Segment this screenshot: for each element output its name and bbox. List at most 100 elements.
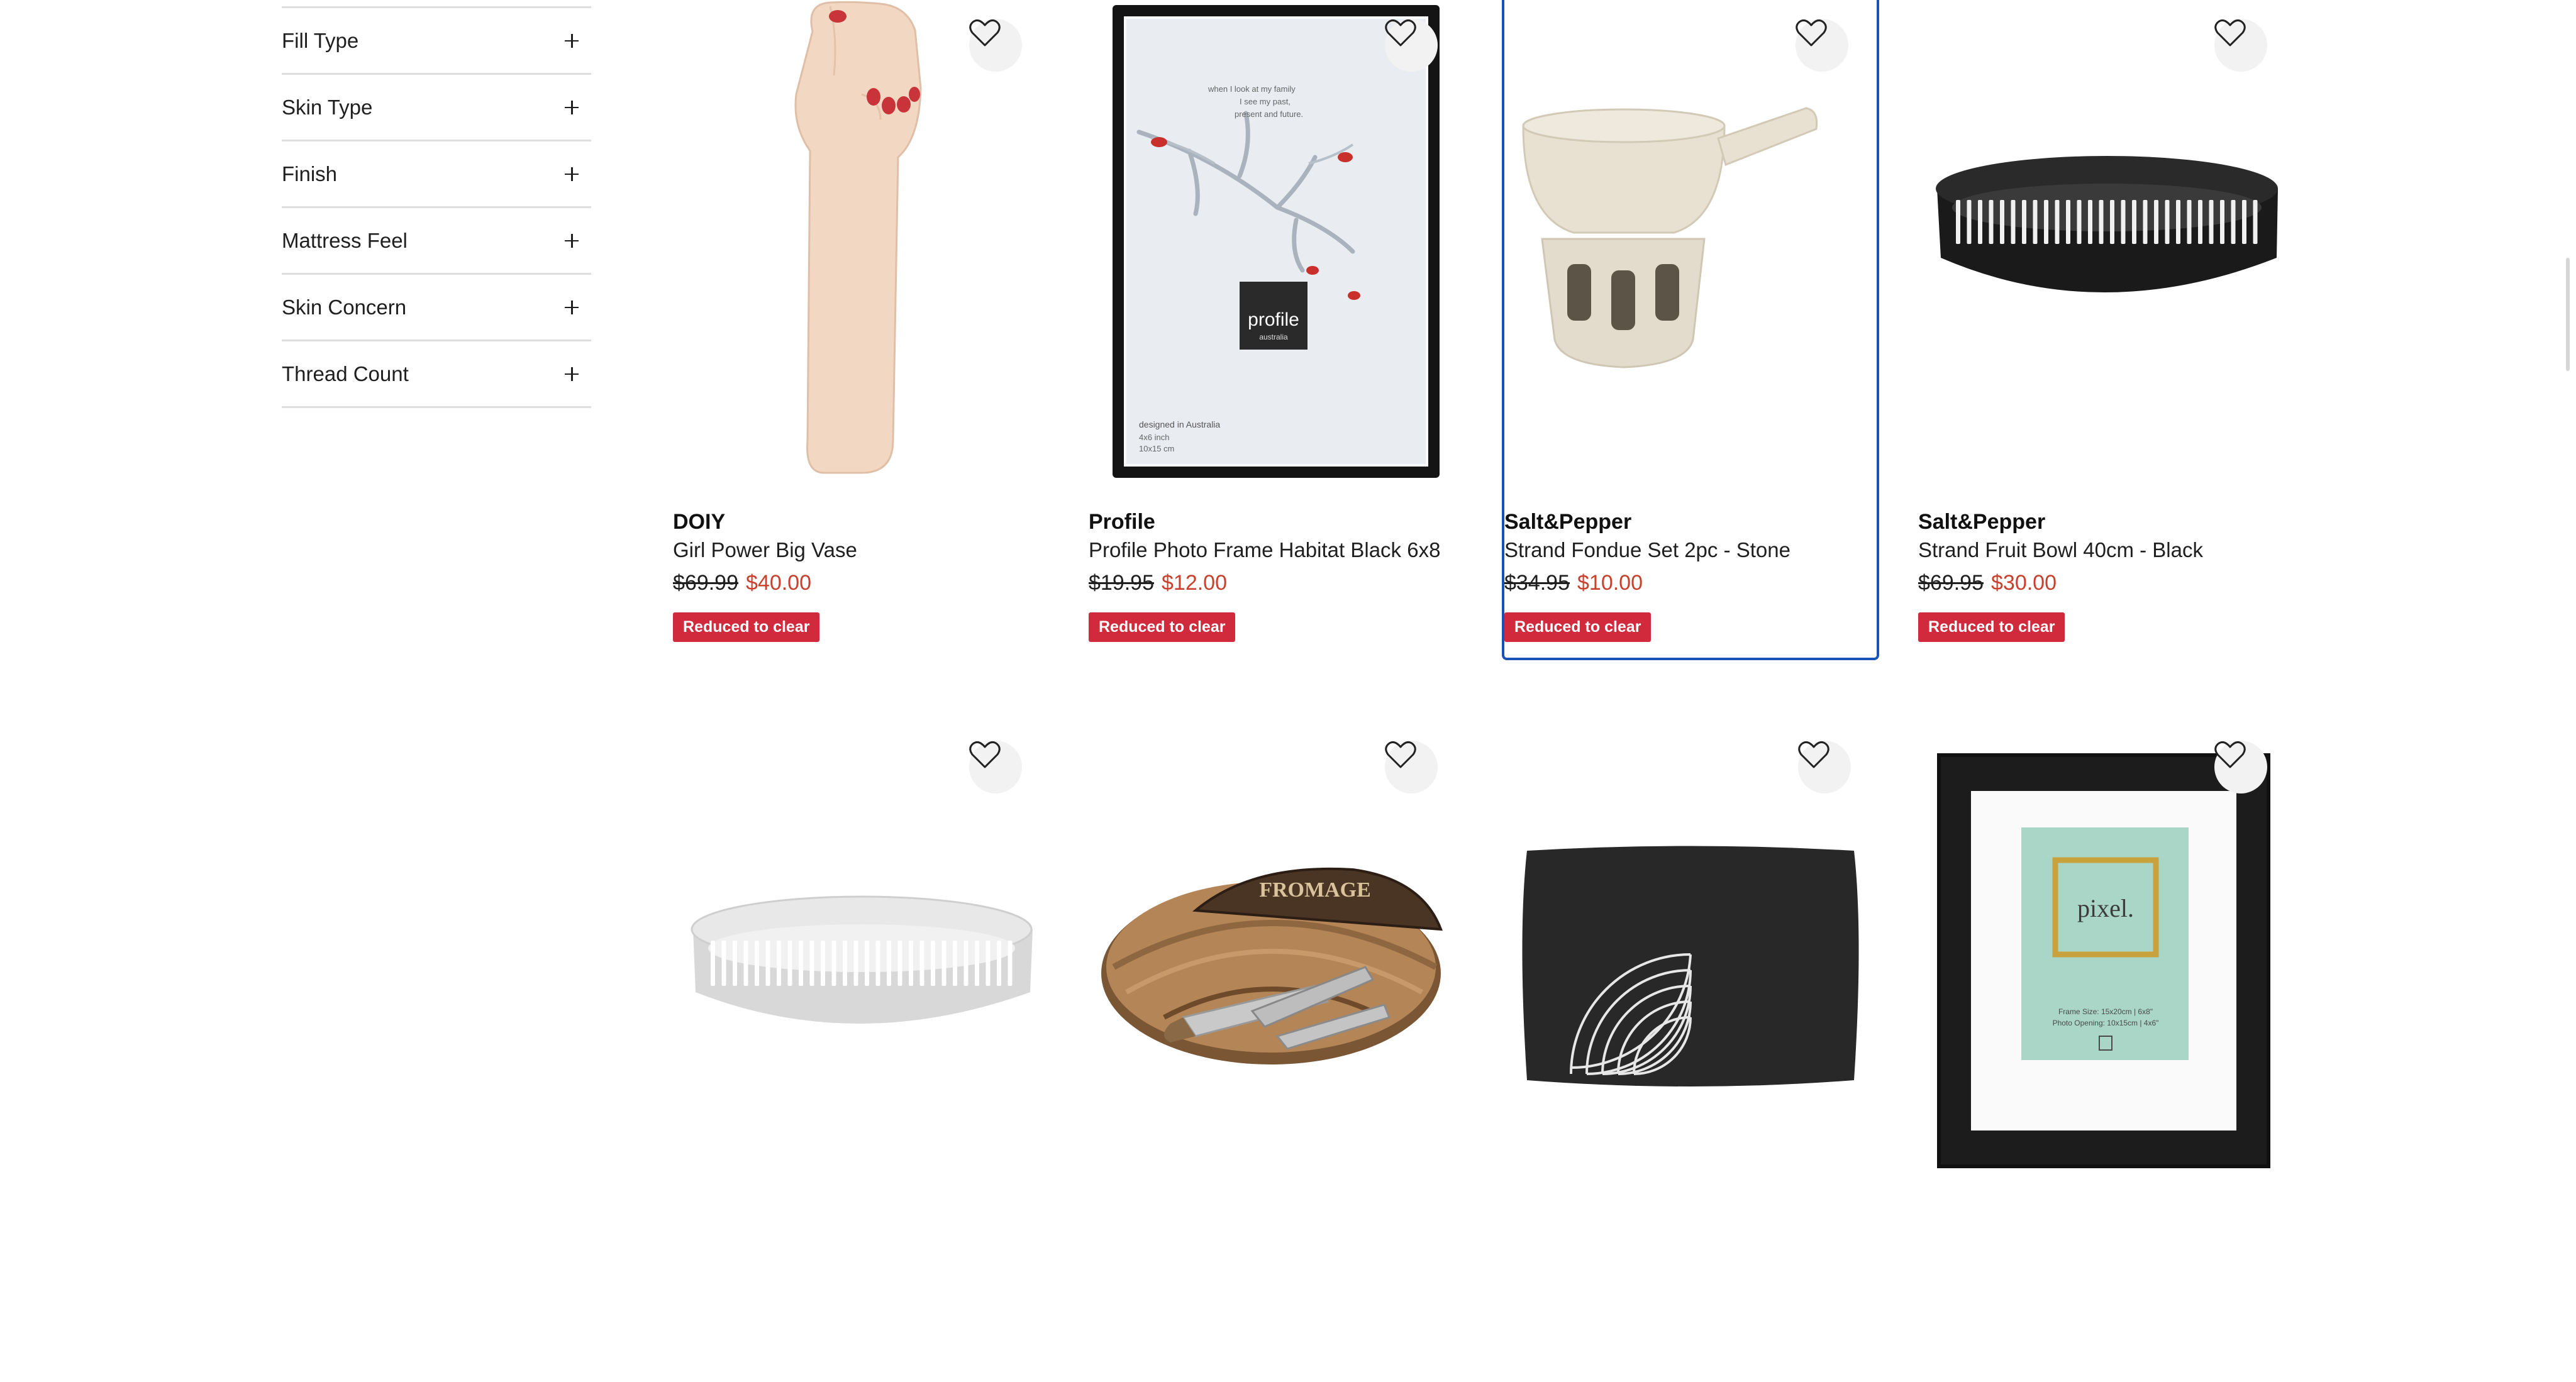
plus-icon — [565, 233, 579, 248]
bowl-slat — [2110, 200, 2114, 244]
bowl-slat — [755, 941, 759, 986]
price: $69.99 $40.00 — [673, 565, 1050, 601]
product-image-pixel-photo-frame[interactable]: pixel. Frame Size: 15x20cm | 6x8" Photo … — [1918, 722, 2296, 1200]
bowl-slat — [765, 941, 770, 986]
pixel-size-text-1: Frame Size: 15x20cm | 6x8" — [2058, 1007, 2153, 1016]
product-name[interactable]: Strand Fruit Bowl 40cm - Black — [1918, 536, 2296, 565]
wishlist-button[interactable] — [1796, 19, 1848, 72]
wishlist-button[interactable] — [1798, 741, 1851, 793]
filter-skin-type[interactable]: Skin Type — [282, 75, 591, 141]
product-image-fromage-cheese-board[interactable]: FROMAGE — [1089, 722, 1466, 1200]
product-card[interactable] — [1502, 722, 1879, 1382]
heart-icon — [1796, 19, 1827, 47]
bowl-illustration — [691, 895, 1033, 1024]
product-image-black-arc-cushion[interactable] — [1502, 722, 1879, 1200]
product-image-stone-fondue-set[interactable] — [1504, 0, 1877, 478]
product-card-selected[interactable]: Salt&Pepper Strand Fondue Set 2pc - Ston… — [1502, 0, 1879, 660]
bowl-slat — [2231, 200, 2236, 244]
filter-label: Fill Type — [282, 28, 359, 52]
was-price: $34.95 — [1504, 571, 1570, 595]
filter-label: Skin Concern — [282, 295, 407, 319]
bowl-slat — [909, 941, 913, 986]
bowl-slat — [843, 941, 847, 986]
plus-icon — [565, 33, 579, 48]
pixel-logo-text: pixel. — [2077, 894, 2134, 922]
bowl-slat — [985, 941, 991, 986]
wishlist-button[interactable] — [1385, 741, 1438, 793]
wishlist-button[interactable] — [1385, 19, 1438, 72]
product-info: DOIY Girl Power Big Vase $69.99 $40.00 Re… — [673, 508, 1050, 642]
bowl-slat — [2088, 200, 2092, 244]
filter-label: Thread Count — [282, 362, 409, 385]
filter-fill-type[interactable]: Fill Type — [282, 8, 591, 75]
bowl-slat — [2132, 200, 2136, 244]
cushion-illustration — [1522, 846, 1859, 1086]
sale-price: $10.00 — [1577, 571, 1643, 595]
filter-thread-count[interactable]: Thread Count — [282, 341, 591, 408]
product-card[interactable]: DOIY Girl Power Big Vase $69.99 $40.00 Re… — [673, 0, 1050, 660]
product-image-black-photo-frame[interactable]: when I look at my family I see my past, … — [1089, 0, 1466, 478]
sale-price: $40.00 — [746, 571, 811, 595]
filter-finish[interactable]: Finish — [282, 141, 591, 208]
bowl-slat — [721, 941, 726, 986]
bowl-slat — [2143, 200, 2148, 244]
frame-quote-text-2: I see my past, — [1240, 97, 1291, 106]
filter-mattress-feel[interactable]: Mattress Feel — [282, 208, 591, 275]
bowl-slat — [777, 941, 781, 986]
bowl-slat — [1989, 200, 1994, 244]
board-text: FROMAGE — [1259, 878, 1371, 902]
reduced-badge: Reduced to clear — [1504, 612, 1652, 642]
sale-price: $12.00 — [1162, 571, 1227, 595]
product-image-raised-fist-vase[interactable] — [673, 0, 1050, 478]
product-card[interactable]: when I look at my family I see my past, … — [1089, 0, 1466, 660]
bowl-slat — [2022, 200, 2026, 244]
bowl-slat — [931, 941, 935, 986]
product-card[interactable]: Salt&Pepper Strand Fruit Bowl 40cm - Bla… — [1918, 0, 2296, 660]
product-image-black-fruit-bowl[interactable] — [1918, 0, 2296, 478]
heart-icon — [1385, 741, 1416, 768]
bowl-slat — [2033, 200, 2038, 244]
page-scrollbar-thumb[interactable] — [2566, 258, 2570, 371]
heart-icon — [2214, 19, 2246, 47]
product-name[interactable]: Girl Power Big Vase — [673, 536, 1050, 565]
bowl-slat — [787, 941, 792, 986]
bowl-slat — [2000, 200, 2004, 244]
reduced-badge: Reduced to clear — [1089, 612, 1236, 642]
bowl-slat — [1967, 200, 1972, 244]
price: $19.95 $12.00 — [1089, 565, 1466, 601]
frame-logo-text: profile — [1248, 309, 1299, 330]
bowl-slat — [2198, 200, 2202, 244]
heart-icon — [969, 19, 1001, 47]
plus-icon — [565, 100, 579, 114]
wishlist-button[interactable] — [969, 19, 1022, 72]
bowl-slat — [853, 941, 858, 986]
sale-price: $30.00 — [1991, 571, 2057, 595]
bowl-slat — [941, 941, 947, 986]
product-card[interactable] — [673, 722, 1050, 1382]
wishlist-button[interactable] — [969, 741, 1022, 793]
product-name[interactable]: Strand Fondue Set 2pc - Stone — [1504, 536, 1877, 565]
product-info: Salt&Pepper Strand Fondue Set 2pc - Ston… — [1504, 508, 1877, 642]
product-card[interactable]: pixel. Frame Size: 15x20cm | 6x8" Photo … — [1918, 722, 2296, 1382]
bowl-slat — [2176, 200, 2180, 244]
product-image-white-slatted-bowl[interactable] — [673, 722, 1050, 1200]
bowl-slat — [2011, 200, 2016, 244]
product-brand: DOIY — [673, 510, 726, 534]
bowl-slat — [897, 941, 902, 986]
plus-icon — [565, 167, 579, 181]
product-brand: Profile — [1089, 510, 1155, 534]
pixel-size-text-2: Photo Opening: 10x15cm | 4x6" — [2053, 1019, 2159, 1027]
filter-skin-concern[interactable]: Skin Concern — [282, 275, 591, 341]
bowl-slat — [2220, 200, 2224, 244]
bowl-slat — [809, 941, 814, 986]
heart-icon — [969, 741, 1001, 768]
reduced-badge: Reduced to clear — [673, 612, 820, 642]
filter-sidebar: Fill Type Skin Type Finish Mattress Feel… — [282, 0, 591, 408]
product-card[interactable]: FROMAGE — [1089, 722, 1466, 1382]
product-name[interactable]: Profile Photo Frame Habitat Black 6x8 — [1089, 536, 1466, 565]
wishlist-button[interactable] — [2214, 19, 2267, 72]
wishlist-button[interactable] — [2214, 741, 2267, 793]
bowl-slat — [1978, 200, 1982, 244]
bowl-illustration — [1936, 156, 2278, 292]
bowl-slat — [887, 941, 891, 986]
